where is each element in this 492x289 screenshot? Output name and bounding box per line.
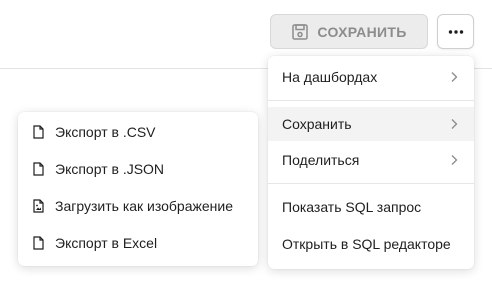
save-button[interactable]: СОХРАНИТЬ <box>270 14 428 49</box>
menu-item-label: На дашбордах <box>282 69 378 85</box>
more-dots-icon <box>448 29 463 34</box>
file-icon <box>33 125 44 139</box>
menu-item-label: Сохранить <box>282 116 352 132</box>
more-options-menu: На дашбордах Сохранить Поделиться Показа… <box>268 56 474 269</box>
download-image-item[interactable]: Загрузить как изображение <box>18 191 258 221</box>
export-csv-label: Экспорт в .CSV <box>55 124 156 140</box>
menu-item-open-sql-editor[interactable]: Открыть в SQL редакторе <box>268 227 474 261</box>
file-icon <box>33 236 44 250</box>
chevron-right-icon <box>451 72 458 82</box>
download-image-label: Загрузить как изображение <box>55 198 233 214</box>
menu-item-dashboards[interactable]: На дашбордах <box>268 60 474 94</box>
save-icon <box>292 23 309 40</box>
menu-item-label: Открыть в SQL редакторе <box>282 236 451 252</box>
export-csv-item[interactable]: Экспорт в .CSV <box>18 117 258 147</box>
export-json-item[interactable]: Экспорт в .JSON <box>18 154 258 184</box>
image-file-icon <box>33 199 44 213</box>
save-button-label: СОХРАНИТЬ <box>317 23 407 40</box>
menu-separator <box>268 100 474 101</box>
menu-item-share[interactable]: Поделиться <box>268 143 474 177</box>
menu-item-save[interactable]: Сохранить <box>268 107 474 141</box>
chevron-right-icon <box>451 155 458 165</box>
menu-item-show-sql[interactable]: Показать SQL запрос <box>268 190 474 224</box>
menu-item-label: Показать SQL запрос <box>282 199 422 215</box>
save-submenu: Экспорт в .CSV Экспорт в .JSON Загрузить… <box>18 112 258 266</box>
export-excel-item[interactable]: Экспорт в Excel <box>18 228 258 258</box>
menu-separator <box>268 183 474 184</box>
chevron-right-icon <box>451 119 458 129</box>
export-excel-label: Экспорт в Excel <box>55 235 158 251</box>
menu-item-label: Поделиться <box>282 152 360 168</box>
file-icon <box>33 162 44 176</box>
export-json-label: Экспорт в .JSON <box>55 161 165 177</box>
more-options-button[interactable] <box>437 14 474 49</box>
